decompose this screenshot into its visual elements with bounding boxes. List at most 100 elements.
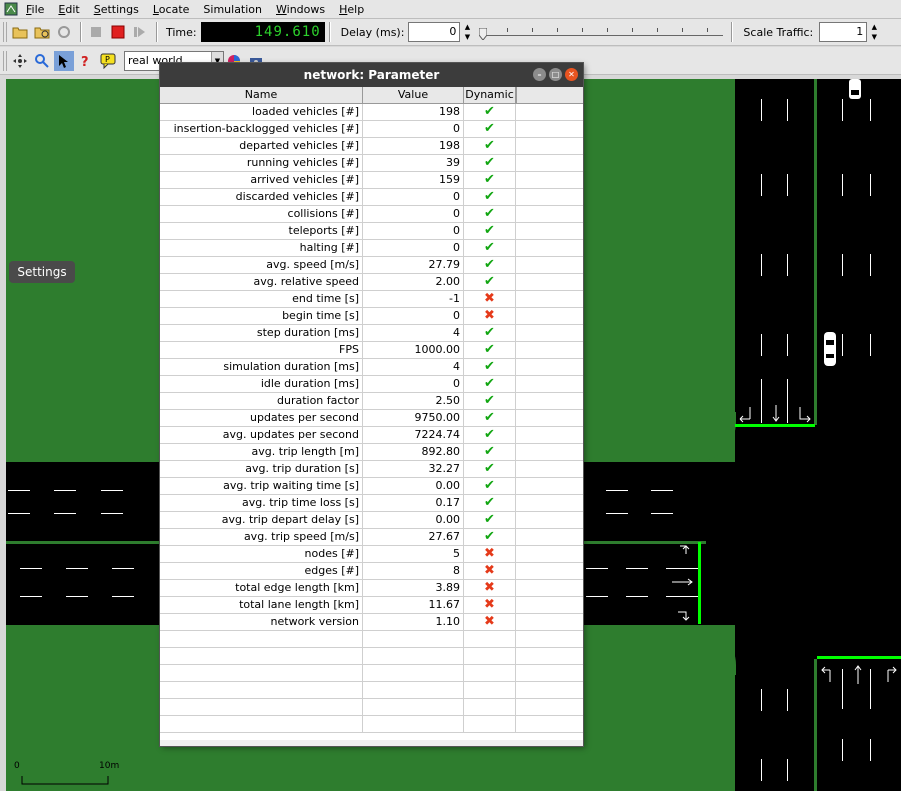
table-row[interactable]: step duration [ms] 4 ✔ xyxy=(160,325,583,342)
table-row[interactable]: insertion-backlogged vehicles [#] 0 ✔ xyxy=(160,121,583,138)
scale-traffic-spinner[interactable]: ▲ ▼ xyxy=(868,22,880,42)
table-row[interactable]: running vehicles [#] 39 ✔ xyxy=(160,155,583,172)
table-row[interactable]: network version 1.10 ✖ xyxy=(160,614,583,631)
table-row[interactable]: simulation duration [ms] 4 ✔ xyxy=(160,359,583,376)
empty-cell xyxy=(516,512,583,528)
table-row[interactable]: total edge length [km] 3.89 ✖ xyxy=(160,580,583,597)
param-name: begin time [s] xyxy=(160,308,363,324)
menu-item[interactable]: File xyxy=(26,3,44,16)
slider-thumb[interactable] xyxy=(479,28,488,40)
table-row[interactable]: end time [s] -1 ✖ xyxy=(160,291,583,308)
table-row[interactable]: avg. trip depart delay [s] 0.00 ✔ xyxy=(160,512,583,529)
table-row[interactable]: nodes [#] 5 ✖ xyxy=(160,546,583,563)
speech-bubble-icon[interactable]: P xyxy=(98,51,118,71)
table-row[interactable]: duration factor 2.50 ✔ xyxy=(160,393,583,410)
stop-icon[interactable] xyxy=(108,22,128,42)
spin-down-icon[interactable]: ▼ xyxy=(868,32,880,42)
empty-table-row xyxy=(160,648,583,665)
param-name: avg. trip waiting time [s] xyxy=(160,478,363,494)
empty-cell xyxy=(516,614,583,630)
checkmark-icon: ✔ xyxy=(484,444,495,459)
menu-item[interactable]: Windows xyxy=(276,3,325,16)
spin-up-icon[interactable]: ▲ xyxy=(461,22,473,32)
param-name: discarded vehicles [#] xyxy=(160,189,363,205)
empty-cell xyxy=(516,155,583,171)
table-row[interactable]: avg. trip speed [m/s] 27.67 ✔ xyxy=(160,529,583,546)
param-name: halting [#] xyxy=(160,240,363,256)
param-name: duration factor xyxy=(160,393,363,409)
maximize-icon[interactable]: □ xyxy=(549,68,562,81)
table-row[interactable]: avg. speed [m/s] 27.79 ✔ xyxy=(160,257,583,274)
table-body: loaded vehicles [#] 198 ✔ insertion-backlog… xyxy=(160,104,583,733)
locate-cursor-icon[interactable] xyxy=(54,50,74,71)
param-value: 3.89 xyxy=(363,580,464,596)
table-row[interactable]: loaded vehicles [#] 198 ✔ xyxy=(160,104,583,121)
svg-text:P: P xyxy=(105,55,110,64)
param-value: 0.17 xyxy=(363,495,464,511)
table-row[interactable]: begin time [s] 0 ✖ xyxy=(160,308,583,325)
lane-arrows-icon xyxy=(739,405,811,423)
empty-cell xyxy=(516,274,583,290)
param-name: step duration [ms] xyxy=(160,325,363,341)
menu-item[interactable]: Help xyxy=(339,3,364,16)
vehicle-icon xyxy=(824,332,836,366)
zoom-icon[interactable] xyxy=(32,51,52,71)
reload-icon[interactable] xyxy=(32,22,52,42)
table-row[interactable]: avg. trip duration [s] 32.27 ✔ xyxy=(160,461,583,478)
dialog-title-bar[interactable]: network: Parameter – □ ✕ xyxy=(160,63,583,87)
table-row[interactable]: avg. trip time loss [s] 0.17 ✔ xyxy=(160,495,583,512)
table-row[interactable]: collisions [#] 0 ✔ xyxy=(160,206,583,223)
dynamic-cell: ✔ xyxy=(464,223,516,239)
recenter-icon[interactable] xyxy=(10,51,30,71)
param-name: arrived vehicles [#] xyxy=(160,172,363,188)
close-icon[interactable]: ✕ xyxy=(565,68,578,81)
table-row[interactable]: idle duration [ms] 0 ✔ xyxy=(160,376,583,393)
delay-slider[interactable] xyxy=(477,22,727,42)
spin-up-icon[interactable]: ▲ xyxy=(868,22,880,32)
column-header-name[interactable]: Name xyxy=(160,87,363,103)
run-icon[interactable] xyxy=(86,22,106,42)
empty-cell xyxy=(516,393,583,409)
road-median xyxy=(814,79,817,425)
close-sim-icon[interactable] xyxy=(54,22,74,42)
menu-item[interactable]: Locate xyxy=(153,3,190,16)
settings-button[interactable]: Settings xyxy=(9,261,75,283)
table-row[interactable]: departed vehicles [#] 198 ✔ xyxy=(160,138,583,155)
param-name: teleports [#] xyxy=(160,223,363,239)
open-folder-icon[interactable] xyxy=(10,22,30,42)
param-name: avg. trip depart delay [s] xyxy=(160,512,363,528)
toolbar-grip[interactable] xyxy=(3,22,7,42)
table-row[interactable]: discarded vehicles [#] 0 ✔ xyxy=(160,189,583,206)
parameter-table[interactable]: Name Value Dynamic loaded vehicles [#] 19… xyxy=(160,87,583,740)
toolbar-grip[interactable] xyxy=(3,50,7,71)
tooltip-icon[interactable]: ? xyxy=(76,51,96,71)
delay-spinner[interactable]: ▲ ▼ xyxy=(461,22,473,42)
menu-item[interactable]: Settings xyxy=(94,3,139,16)
table-row[interactable]: avg. trip waiting time [s] 0.00 ✔ xyxy=(160,478,583,495)
table-row[interactable]: avg. updates per second 7224.74 ✔ xyxy=(160,427,583,444)
table-row[interactable]: updates per second 9750.00 ✔ xyxy=(160,410,583,427)
dynamic-cell: ✔ xyxy=(464,274,516,290)
table-row[interactable]: total lane length [km] 11.67 ✖ xyxy=(160,597,583,614)
dynamic-cell: ✔ xyxy=(464,138,516,154)
column-header-dynamic[interactable]: Dynamic xyxy=(464,87,516,103)
cross-icon: ✖ xyxy=(484,597,495,612)
table-row[interactable]: avg. trip length [m] 892.80 ✔ xyxy=(160,444,583,461)
table-row[interactable]: arrived vehicles [#] 159 ✔ xyxy=(160,172,583,189)
param-value: 1000.00 xyxy=(363,342,464,358)
empty-cell xyxy=(516,342,583,358)
menu-item[interactable]: Edit xyxy=(58,3,79,16)
delay-input[interactable]: 0 xyxy=(408,22,461,42)
menu-item[interactable]: Simulation xyxy=(203,3,262,16)
table-row[interactable]: FPS 1000.00 ✔ xyxy=(160,342,583,359)
step-icon[interactable] xyxy=(130,22,150,42)
table-row[interactable]: avg. relative speed 2.00 ✔ xyxy=(160,274,583,291)
scale-traffic-input[interactable]: 1 xyxy=(819,22,868,42)
table-row[interactable]: halting [#] 0 ✔ xyxy=(160,240,583,257)
minimize-icon[interactable]: – xyxy=(533,68,546,81)
spin-down-icon[interactable]: ▼ xyxy=(461,32,473,42)
table-row[interactable]: teleports [#] 0 ✔ xyxy=(160,223,583,240)
table-row[interactable]: edges [#] 8 ✖ xyxy=(160,563,583,580)
dynamic-cell: ✔ xyxy=(464,444,516,460)
column-header-value[interactable]: Value xyxy=(363,87,464,103)
